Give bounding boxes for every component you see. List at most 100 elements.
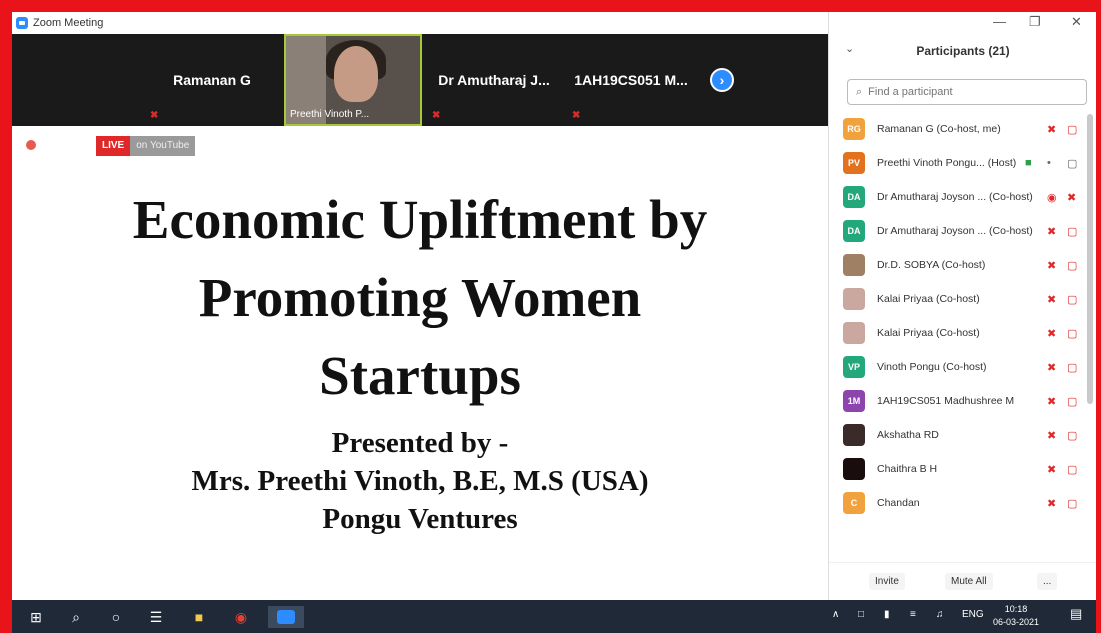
avatar [843,288,865,310]
avatar: PV [843,152,865,174]
video-tile-1[interactable]: Ramanan G ✖ [142,34,282,126]
file-explorer-icon[interactable]: ■ [188,606,210,628]
tile-name: Preethi Vinoth P... [290,109,370,120]
muted-mic-icon[interactable]: ✖ [1067,191,1076,204]
muted-mic-icon[interactable]: ✖ [1047,293,1056,306]
list-item[interactable]: Kalai Priyaa (Co-host) ✖ ▢ [829,316,1087,350]
battery-icon[interactable]: ▮ [884,609,890,620]
avatar [843,322,865,344]
notifications-icon[interactable]: ▤ [1070,606,1082,622]
system-clock[interactable]: 10:18 06-03-2021 [986,603,1046,629]
title-bar: Zoom Meeting [12,12,828,34]
muted-mic-icon[interactable]: ✖ [1047,361,1056,374]
avatar [843,424,865,446]
participants-panel: — ❐ ✕ ⌄ Participants (21) ⌕ RG Ramanan G… [828,12,1096,600]
zoom-taskbar-icon[interactable] [268,606,304,628]
list-item[interactable]: DA Dr Amutharaj Joyson ... (Co-host) ◉ ✖ [829,180,1087,214]
mic-icon[interactable]: • [1047,157,1051,169]
volume-icon[interactable]: ♫ [936,609,944,620]
muted-mic-icon[interactable]: ✖ [1047,123,1056,136]
video-tile-4[interactable]: 1AH19CS051 M... ✖ [564,34,698,126]
mute-all-button[interactable]: Mute All [945,573,993,590]
list-item[interactable]: PV Preethi Vinoth Pongu... (Host) ■ • ▢ [829,146,1087,180]
participant-name: Kalai Priyaa (Co-host) [877,293,980,305]
muted-mic-icon[interactable]: ✖ [1047,259,1056,272]
list-item[interactable]: Akshatha RD ✖ ▢ [829,418,1087,452]
muted-mic-icon[interactable]: ✖ [1047,395,1056,408]
video-off-icon[interactable]: ▢ [1067,225,1077,238]
list-item[interactable]: Dr.D. SOBYA (Co-host) ✖ ▢ [829,248,1087,282]
chrome-icon[interactable]: ◉ [230,606,252,628]
list-item[interactable]: Chaithra B H ✖ ▢ [829,452,1087,486]
screen-share-icon: ■ [1025,157,1032,169]
search-input[interactable] [866,85,1071,99]
slide-title-line-1: Economic Upliftment by [132,189,708,250]
tile-name: Dr Amutharaj J... [438,72,550,88]
list-item[interactable]: RG Ramanan G (Co-host, me) ✖ ▢ [829,112,1087,146]
participants-footer: Invite Mute All ... [829,562,1096,600]
video-off-icon[interactable]: ▢ [1067,293,1077,306]
video-off-icon[interactable]: ▢ [1067,429,1077,442]
video-tile-3[interactable]: Dr Amutharaj J... ✖ [424,34,564,126]
muted-mic-icon: ✖ [150,110,159,121]
avatar: 1M [843,390,865,412]
search-icon: ⌕ [856,85,863,98]
participant-name: Preethi Vinoth Pongu... (Host) [877,157,1017,169]
muted-mic-icon[interactable]: ✖ [1047,429,1056,442]
minimize-icon[interactable]: — [993,14,1006,29]
next-page-button[interactable]: › [710,68,734,92]
recording-icon [26,140,36,150]
list-item[interactable]: VP Vinoth Pongu (Co-host) ✖ ▢ [829,350,1087,384]
muted-mic-icon[interactable]: ✖ [1047,463,1056,476]
meet-now-icon[interactable]: □ [858,609,864,620]
muted-mic-icon: ✖ [572,110,581,121]
search-icon[interactable]: ⌕ [66,606,86,628]
youtube-label: on YouTube [130,136,196,156]
video-off-icon[interactable]: ▢ [1067,497,1077,510]
avatar: RG [843,118,865,140]
show-hidden-icons-icon[interactable]: ∧ [832,609,839,620]
video-tile-active-speaker[interactable]: Preethi Vinoth P... [284,34,422,126]
video-strip: Ramanan G ✖ Preethi Vinoth P... Dr Amuth… [12,34,828,126]
slide-presenter-name: Mrs. Preethi Vinoth, B.E, M.S (USA) [191,465,649,497]
muted-mic-icon[interactable]: ✖ [1047,497,1056,510]
avatar: DA [843,186,865,208]
video-off-icon[interactable]: ▢ [1067,361,1077,374]
video-off-icon[interactable]: ▢ [1067,259,1077,272]
participant-name: Akshatha RD [877,429,939,441]
clock-date: 06-03-2021 [992,617,1040,627]
video-off-icon[interactable]: ▢ [1067,463,1077,476]
participant-search[interactable]: ⌕ [847,79,1087,105]
live-badge: LIVE [96,136,131,156]
windows-start-icon[interactable]: ⊞ [26,606,46,628]
network-icon[interactable]: ≡ [910,609,916,620]
avatar: DA [843,220,865,242]
live-stream-indicator[interactable]: LIVE on YouTube [96,136,196,156]
video-off-icon[interactable]: ▢ [1067,123,1077,136]
video-off-icon[interactable]: ▢ [1067,327,1077,340]
list-item[interactable]: C Chandan ✖ ▢ [829,486,1087,520]
avatar: C [843,492,865,514]
maximize-icon[interactable]: ❐ [1029,14,1041,30]
muted-mic-icon[interactable]: ✖ [1047,225,1056,238]
video-off-icon[interactable]: ▢ [1067,395,1077,408]
list-item[interactable]: DA Dr Amutharaj Joyson ... (Co-host) ✖ ▢ [829,214,1087,248]
muted-mic-icon[interactable]: ✖ [1047,327,1056,340]
avatar: VP [843,356,865,378]
video-icon[interactable]: ▢ [1067,157,1077,170]
cortana-icon[interactable]: ○ [106,606,126,628]
clock-time: 10:18 [1004,604,1028,614]
participant-list: RG Ramanan G (Co-host, me) ✖ ▢ PV Preeth… [829,112,1096,550]
task-view-icon[interactable]: ☰ [146,606,166,628]
participants-header: Participants (21) [916,44,1010,58]
slide-presented-by: Presented by - [331,427,509,459]
invite-button[interactable]: Invite [869,573,905,590]
close-icon[interactable]: ✕ [1071,14,1082,30]
list-item[interactable]: 1M 1AH19CS051 Madhushree M ✖ ▢ [829,384,1087,418]
list-item[interactable]: Kalai Priyaa (Co-host) ✖ ▢ [829,282,1087,316]
participant-name: Chaithra B H [877,463,938,475]
more-button[interactable]: ... [1037,573,1058,590]
language-indicator[interactable]: ENG [962,609,984,620]
participant-list-scrollbar[interactable] [1087,114,1093,404]
participant-name: Dr Amutharaj Joyson ... (Co-host) [877,225,1033,237]
